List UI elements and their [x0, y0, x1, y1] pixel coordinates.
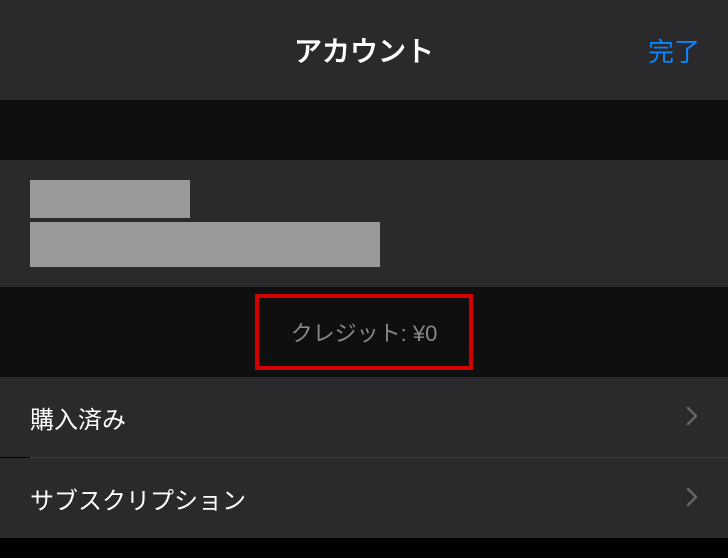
account-info-row[interactable] — [0, 160, 728, 287]
page-title: アカウント — [294, 30, 434, 70]
credit-highlight-box: クレジット: ¥0 — [255, 294, 474, 370]
purchased-row[interactable]: 購入済み — [0, 377, 728, 457]
purchased-label: 購入済み — [30, 400, 126, 435]
redacted-name — [30, 180, 190, 218]
credit-section: クレジット: ¥0 — [0, 287, 728, 377]
spacer — [0, 100, 728, 160]
redacted-email — [30, 222, 380, 267]
chevron-right-icon — [686, 401, 698, 433]
chevron-right-icon — [686, 482, 698, 514]
subscription-row[interactable]: サブスクリプション — [0, 458, 728, 538]
header: アカウント 完了 — [0, 0, 728, 100]
done-button[interactable]: 完了 — [648, 32, 700, 69]
subscription-label: サブスクリプション — [30, 481, 246, 516]
credit-label: クレジット: ¥0 — [291, 321, 438, 346]
